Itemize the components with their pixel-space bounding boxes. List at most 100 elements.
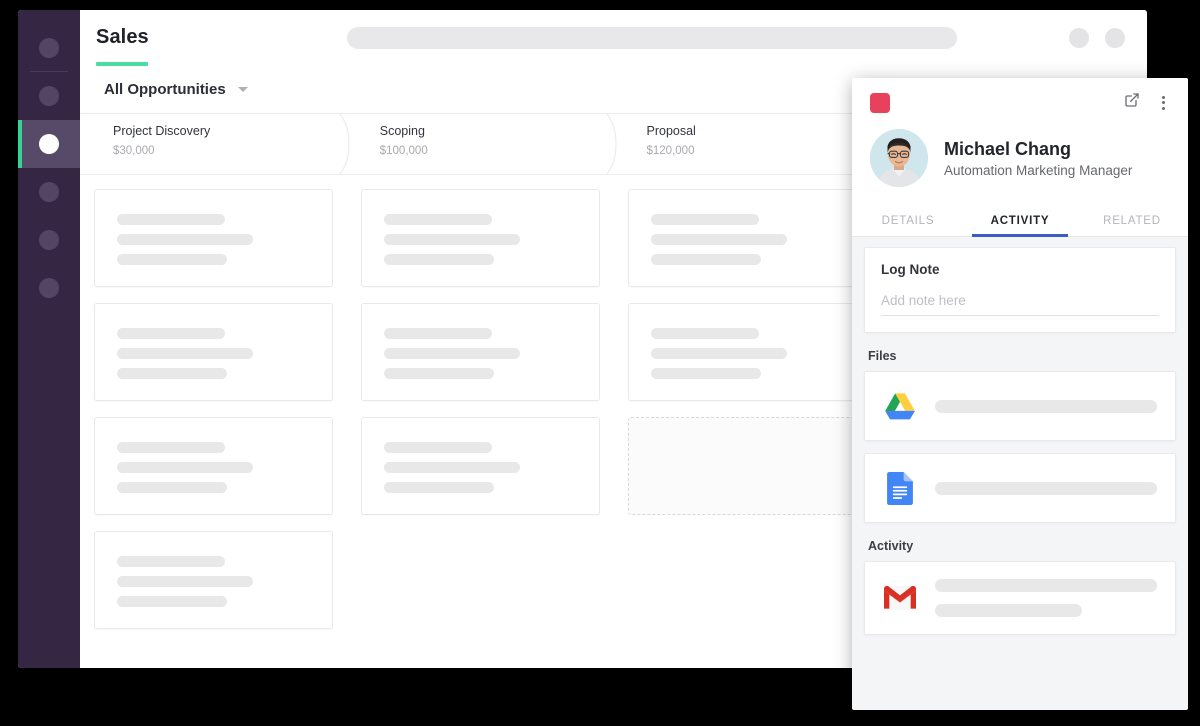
circle-icon [39,38,59,58]
file-item[interactable] [864,371,1176,441]
page-title-underline [96,62,148,66]
circle-icon [39,182,59,202]
card-skeleton-line [117,482,227,493]
page-title: Sales [96,25,149,48]
sidebar-item-3[interactable] [18,120,80,168]
kanban-column-1 [80,189,347,668]
kebab-menu-icon[interactable] [1156,95,1170,111]
opportunity-card[interactable] [94,189,333,287]
avatar [870,129,928,187]
sidebar-item-1[interactable] [18,24,80,72]
card-skeleton-line [383,442,492,453]
card-skeleton-line [117,462,253,473]
opportunity-card[interactable] [627,189,867,287]
stage-amount: $30,000 [113,145,155,157]
active-indicator-bar [18,120,22,168]
gmail-icon [883,586,917,610]
opportunity-card[interactable] [360,303,600,401]
tab-related[interactable]: RELATED [1076,205,1188,236]
tab-details[interactable]: DETAILS [852,205,964,236]
card-skeleton-line [650,328,759,339]
card-drop-placeholder[interactable] [627,417,867,515]
card-skeleton-line [117,442,225,453]
card-skeleton-line [383,234,520,245]
card-skeleton-line [117,596,227,607]
sidebar-item-6[interactable] [18,264,80,312]
log-note-input[interactable]: Add note here [881,293,1159,316]
stage-name: Scoping [379,124,425,138]
file-item[interactable] [864,453,1176,523]
stage-name: Proposal [646,124,696,138]
opportunity-card[interactable] [94,417,333,515]
card-skeleton-line [117,556,225,567]
contact-summary: Michael Chang Automation Marketing Manag… [870,129,1170,205]
chevron-down-icon[interactable] [237,87,248,92]
opportunity-card[interactable] [94,531,333,629]
external-link-icon[interactable] [1124,92,1140,113]
card-skeleton-line [383,462,520,473]
card-skeleton-line [117,254,227,265]
stage-header-3[interactable]: Proposal $120,000 [605,114,881,174]
activity-line-2 [935,604,1082,617]
sidebar-item-2[interactable] [18,72,80,120]
card-skeleton-line [117,576,253,587]
card-skeleton-line [383,214,492,225]
card-skeleton-line [650,368,761,379]
card-skeleton-line [117,368,227,379]
stage-header-2[interactable]: Scoping $100,000 [339,114,614,174]
google-docs-icon [883,471,917,505]
opportunity-card[interactable] [94,303,333,401]
stage-divider-icon [338,114,356,174]
circle-icon [39,134,59,154]
google-drive-icon [883,392,917,420]
kanban-column-2 [347,189,614,668]
activity-content-placeholder [935,579,1157,617]
contact-detail-panel: Michael Chang Automation Marketing Manag… [852,78,1188,710]
contact-role: Automation Marketing Manager [944,163,1133,179]
tab-activity[interactable]: ACTIVITY [964,205,1076,237]
card-skeleton-line [117,328,225,339]
opportunity-card[interactable] [360,417,600,515]
activity-item[interactable] [864,561,1176,635]
sidebar-item-5[interactable] [18,216,80,264]
contact-text: Michael Chang Automation Marketing Manag… [944,138,1132,179]
stage-amount: $120,000 [646,145,695,157]
contact-name: Michael Chang [944,138,1072,159]
card-skeleton-line [650,348,787,359]
panel-header-actions [1124,92,1170,113]
notification-circle-icon[interactable] [1105,28,1125,48]
panel-header-row [870,92,1170,113]
avatar-circle-icon[interactable] [1069,28,1089,48]
screenshot-root: Sales All Opportunities Project Discover… [0,0,1200,726]
topbar-actions [1069,28,1125,48]
circle-icon [39,230,59,250]
file-name-placeholder [935,481,1157,495]
panel-header: Michael Chang Automation Marketing Manag… [852,78,1188,205]
panel-tabs: DETAILS ACTIVITY RELATED [852,205,1188,237]
circle-icon [39,86,59,106]
log-note-card: Log Note Add note here [864,247,1176,333]
card-skeleton-line [117,348,253,359]
log-note-title: Log Note [881,262,940,277]
opportunity-card[interactable] [627,303,867,401]
stage-name: Project Discovery [113,124,211,138]
stage-divider-icon [605,114,623,174]
stage-amount: $100,000 [379,145,428,157]
card-skeleton-line [650,254,761,265]
files-section-title: Files [868,349,897,363]
card-skeleton-line [383,368,494,379]
panel-body: Log Note Add note here Files Activity [852,237,1188,710]
sidebar-item-4[interactable] [18,168,80,216]
filter-label[interactable]: All Opportunities [104,81,226,98]
card-skeleton-line [117,214,225,225]
card-skeleton-line [383,482,494,493]
stage-header-1[interactable]: Project Discovery $30,000 [80,114,347,174]
card-skeleton-line [383,328,492,339]
activity-section-title: Activity [868,539,914,553]
file-name-placeholder [935,399,1157,413]
card-skeleton-line [117,234,253,245]
search-input[interactable] [346,27,957,49]
opportunity-card[interactable] [360,189,600,287]
circle-icon [39,278,59,298]
card-skeleton-line [383,254,494,265]
